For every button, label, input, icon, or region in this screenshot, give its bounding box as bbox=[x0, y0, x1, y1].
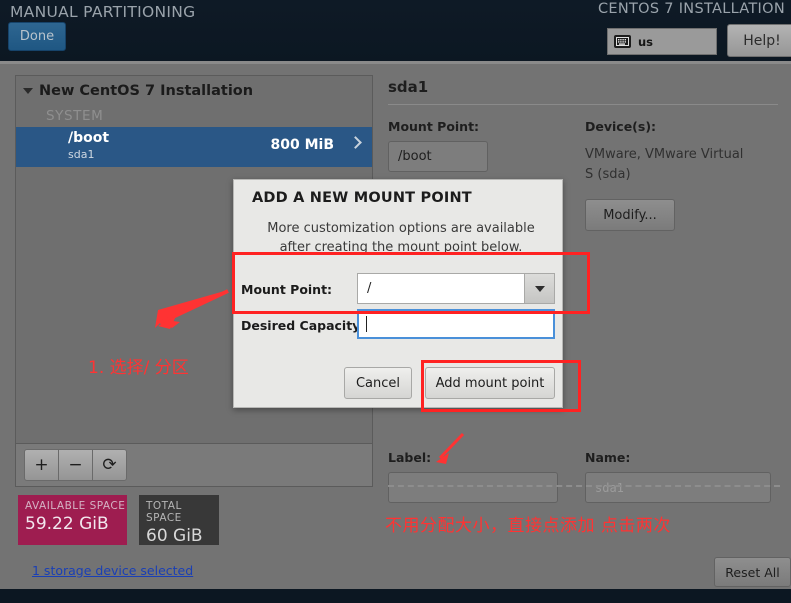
remove-partition-button[interactable]: − bbox=[58, 449, 93, 481]
refresh-partitions-button[interactable]: ⟳ bbox=[92, 449, 127, 481]
total-space-value: 60 GiB bbox=[146, 526, 203, 546]
help-button-label: Help! bbox=[743, 32, 781, 49]
details-bottom-divider bbox=[388, 485, 780, 487]
keyboard-icon bbox=[614, 35, 631, 48]
text-caret bbox=[366, 316, 367, 332]
partition-row-boot[interactable]: /boot sda1 800 MiB bbox=[16, 127, 372, 167]
window-bottom-bar bbox=[0, 589, 791, 603]
add-partition-button[interactable]: + bbox=[24, 449, 59, 481]
reset-all-button[interactable]: Reset All bbox=[714, 557, 791, 587]
details-divider bbox=[388, 104, 778, 105]
remove-partition-label: − bbox=[68, 455, 83, 475]
chevron-right-icon bbox=[349, 136, 362, 149]
partition-device-name: sda1 bbox=[68, 148, 95, 161]
storage-device-link[interactable]: 1 storage device selected bbox=[32, 563, 193, 578]
dialog-cancel-label: Cancel bbox=[355, 375, 401, 391]
dialog-add-mount-point-label: Add mount point bbox=[435, 375, 545, 391]
dialog-mount-point-row: Mount Point: bbox=[241, 282, 332, 297]
details-label-label: Label: bbox=[388, 450, 432, 465]
details-name-label: Name: bbox=[585, 450, 631, 465]
help-button[interactable]: Help! bbox=[727, 24, 791, 57]
install-group-header[interactable]: New CentOS 7 Installation bbox=[16, 76, 372, 106]
annotation-note-2: 不用分配大小，直接点添加 点击两次 bbox=[385, 516, 671, 536]
dialog-subtitle: More customization options are available… bbox=[267, 221, 535, 255]
modify-devices-button[interactable]: Modify... bbox=[585, 199, 675, 232]
installer-window: MANUAL PARTITIONING CENTOS 7 INSTALLATIO… bbox=[0, 0, 791, 603]
annotation-note-1: 1. 选择/ 分区 bbox=[88, 358, 189, 378]
product-title: CENTOS 7 INSTALLATION bbox=[597, 1, 785, 17]
details-mount-point-input[interactable]: /boot bbox=[388, 141, 488, 172]
partition-size: 800 MiB bbox=[270, 137, 335, 153]
keyboard-layout-label: us bbox=[638, 34, 654, 49]
refresh-icon: ⟳ bbox=[102, 455, 117, 475]
details-mount-point-value: /boot bbox=[398, 149, 432, 164]
details-mount-point-label: Mount Point: bbox=[388, 119, 480, 134]
dialog-cancel-button[interactable]: Cancel bbox=[344, 367, 412, 399]
details-name-input[interactable]: sda1 bbox=[585, 472, 771, 503]
available-space-box: AVAILABLE SPACE 59.22 GiB bbox=[18, 495, 127, 545]
dialog-add-mount-point-button[interactable]: Add mount point bbox=[425, 367, 555, 399]
install-group-label: New CentOS 7 Installation bbox=[39, 83, 254, 99]
details-devices-label: Device(s): bbox=[585, 119, 657, 134]
done-button[interactable]: Done bbox=[8, 22, 66, 51]
dialog-capacity-label: Desired Capacity: bbox=[241, 318, 366, 333]
reset-all-label: Reset All bbox=[725, 564, 780, 580]
chevron-down-icon bbox=[23, 88, 33, 94]
modify-devices-label: Modify... bbox=[603, 207, 657, 223]
partition-toolbar: + − ⟳ bbox=[16, 443, 372, 486]
dialog-capacity-row: Desired Capacity: bbox=[241, 318, 365, 333]
app-header: MANUAL PARTITIONING CENTOS 7 INSTALLATIO… bbox=[0, 0, 791, 64]
page-title: MANUAL PARTITIONING bbox=[10, 3, 196, 21]
section-label-system: SYSTEM bbox=[46, 108, 104, 124]
total-space-box: TOTAL SPACE 60 GiB bbox=[139, 495, 219, 546]
details-name-placeholder: sda1 bbox=[595, 480, 624, 495]
available-space-value: 59.22 GiB bbox=[25, 514, 109, 534]
total-space-caption: TOTAL SPACE bbox=[146, 500, 182, 524]
keyboard-layout-indicator[interactable]: us bbox=[607, 28, 717, 55]
add-partition-label: + bbox=[34, 455, 49, 475]
done-button-label: Done bbox=[19, 29, 55, 44]
partition-mount-point: /boot bbox=[68, 130, 110, 146]
dialog-capacity-input[interactable] bbox=[357, 309, 555, 339]
dialog-mount-point-combobox[interactable]: / bbox=[357, 273, 555, 304]
available-space-caption: AVAILABLE SPACE bbox=[25, 500, 126, 512]
details-devices-value: VMware, VMware Virtual S (sda) bbox=[585, 147, 744, 183]
dropdown-arrow-icon[interactable] bbox=[524, 273, 555, 304]
details-title: sda1 bbox=[388, 78, 429, 96]
details-label-input[interactable] bbox=[388, 472, 558, 503]
dialog-mount-point-label: Mount Point: bbox=[241, 282, 333, 297]
dialog-title: ADD A NEW MOUNT POINT bbox=[252, 190, 472, 206]
dialog-mount-point-value[interactable]: / bbox=[357, 273, 524, 304]
